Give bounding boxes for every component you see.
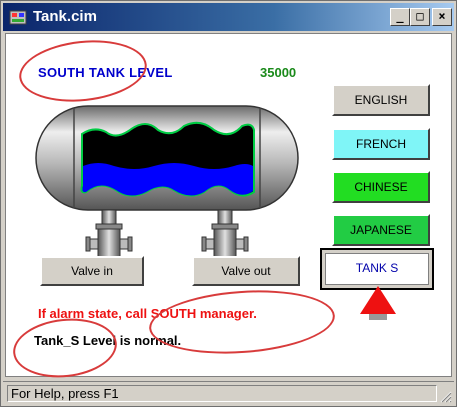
chinese-button[interactable]: CHINESE — [332, 171, 430, 203]
status-bar-text: For Help, press F1 — [7, 385, 437, 402]
valve-in-label: Valve in — [71, 264, 113, 278]
maximize-icon: □ — [416, 9, 424, 23]
valve-in-button[interactable]: Valve in — [40, 256, 144, 286]
english-button-label: ENGLISH — [354, 93, 408, 107]
tank-s-button-label: TANK S — [325, 253, 429, 285]
valve-out-label: Valve out — [221, 264, 271, 278]
close-button[interactable]: × — [432, 8, 452, 26]
french-button-label: FRENCH — [356, 137, 406, 151]
minimize-icon: _ — [396, 9, 404, 23]
japanese-button[interactable]: JAPANESE — [332, 214, 430, 246]
app-window: Tank.cim _ □ × SOUTH TANK LEVEL 35000 EN… — [0, 0, 457, 407]
french-button[interactable]: FRENCH — [332, 128, 430, 160]
pointer-arrow-icon — [360, 286, 396, 320]
minimize-button[interactable]: _ — [390, 8, 410, 26]
maximize-button[interactable]: □ — [410, 8, 430, 26]
tank-level-value: 35000 — [260, 65, 297, 80]
title-bar[interactable]: Tank.cim _ □ × — [3, 3, 454, 31]
app-icon — [9, 10, 27, 25]
size-grip-icon[interactable] — [438, 389, 452, 403]
japanese-button-label: JAPANESE — [350, 223, 412, 237]
status-bar: For Help, press F1 — [3, 381, 454, 405]
chinese-button-label: CHINESE — [354, 180, 408, 194]
english-button[interactable]: ENGLISH — [332, 84, 430, 116]
close-icon: × — [438, 9, 446, 23]
window-title: Tank.cim — [33, 8, 97, 25]
valve-out-button[interactable]: Valve out — [192, 256, 300, 286]
